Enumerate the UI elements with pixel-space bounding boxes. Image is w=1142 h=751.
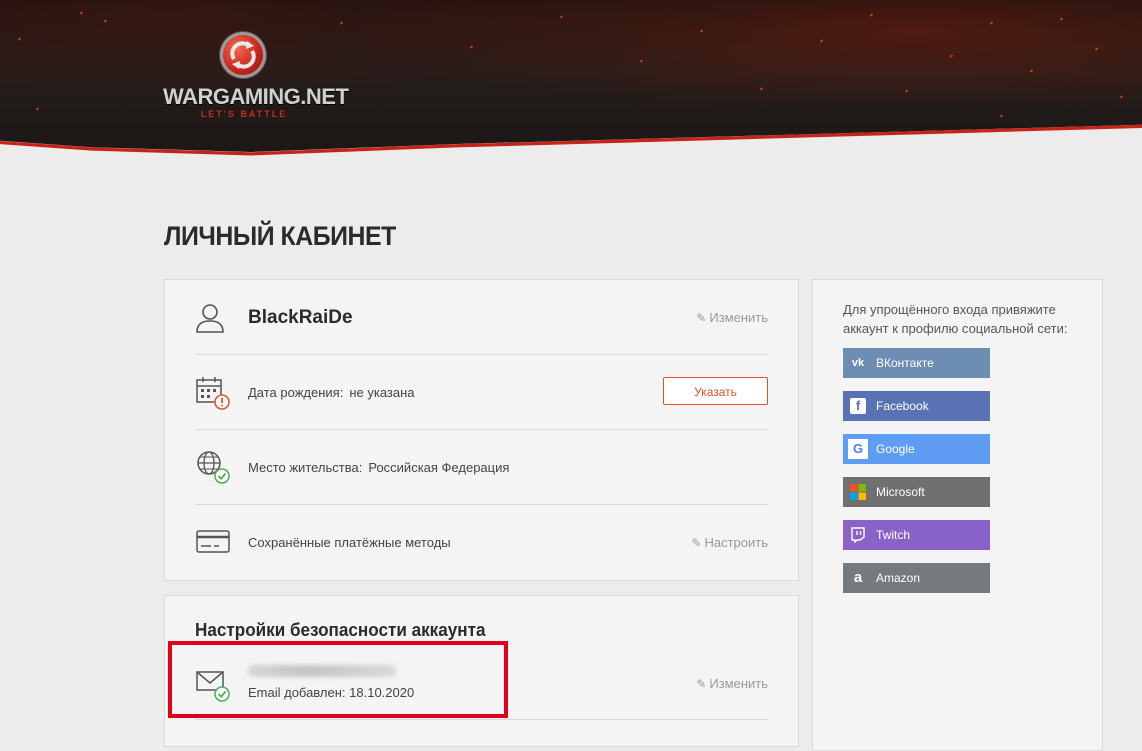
residence-label: Место жительства:: [248, 460, 363, 475]
google-label: Google: [876, 442, 915, 456]
site-header: [0, 0, 1142, 152]
residence-field: Место жительства: Российская Федерация: [248, 460, 509, 475]
wargaming-logo-icon[interactable]: [220, 32, 266, 78]
vk-label: ВКонтакте: [876, 356, 934, 370]
payment-methods-row: Сохранённые платёжные методы ✎ Настроить: [195, 505, 768, 579]
amazon-icon: a: [853, 569, 863, 586]
amazon-button[interactable]: a Amazon: [843, 563, 990, 593]
amazon-label: Amazon: [876, 571, 921, 585]
twitch-label: Twitch: [876, 528, 911, 542]
facebook-label: Facebook: [876, 399, 929, 413]
page-title: ЛИЧНЫЙ КАБИНЕТ: [164, 221, 396, 251]
birthdate-field: Дата рождения: не указана: [248, 385, 415, 400]
residence-value: Российская Федерация: [368, 460, 510, 475]
configure-label: Настроить: [704, 535, 768, 550]
username-row: BlackRaiDe ✎ Изменить: [195, 280, 768, 355]
security-title: Настройки безопасности аккаунта: [195, 620, 486, 640]
pencil-icon: ✎: [696, 677, 707, 691]
microsoft-label: Microsoft: [876, 485, 925, 499]
vk-button[interactable]: vk ВКонтакте: [843, 348, 990, 378]
social-login-card: Для упрощённого входа привяжите аккаунт …: [812, 279, 1103, 751]
birthdate-value: не указана: [349, 385, 415, 400]
specify-birthdate-button[interactable]: Указать: [663, 377, 768, 405]
pencil-icon: ✎: [696, 311, 707, 325]
residence-row: Место жительства: Российская Федерация: [195, 430, 768, 505]
logo-text[interactable]: WARGAMING.NET: [163, 84, 349, 110]
twitch-button[interactable]: Twitch: [843, 520, 990, 550]
email-highlight-box: [168, 641, 508, 718]
globe-check-icon: [195, 449, 231, 490]
microsoft-button[interactable]: Microsoft: [843, 477, 990, 507]
twitch-icon: [850, 527, 866, 544]
payment-methods-label: Сохранённые платёжные методы: [248, 535, 451, 550]
vk-icon: vk: [851, 357, 865, 369]
birthdate-row: Дата рождения: не указана Указать: [195, 355, 768, 430]
edit-username-label: Изменить: [709, 310, 768, 325]
credit-card-icon: [195, 529, 231, 560]
pencil-icon: ✎: [691, 536, 702, 550]
profile-card: BlackRaiDe ✎ Изменить Дата рождения: не ук…: [164, 279, 799, 581]
google-button[interactable]: G Google: [843, 434, 990, 464]
configure-payment-link[interactable]: ✎ Настроить: [691, 535, 768, 550]
google-icon: G: [848, 439, 868, 459]
edit-email-label: Изменить: [709, 676, 768, 691]
facebook-button[interactable]: f Facebook: [843, 391, 990, 421]
user-icon: [195, 302, 225, 339]
calendar-warning-icon: [195, 375, 231, 416]
edit-username-link[interactable]: ✎ Изменить: [696, 310, 768, 325]
logo-tagline: LET'S BATTLE: [200, 109, 288, 119]
microsoft-icon: [850, 484, 866, 500]
birthdate-label: Дата рождения:: [248, 385, 344, 400]
facebook-icon: f: [850, 398, 866, 414]
social-hint: Для упрощённого входа привяжите аккаунт …: [843, 302, 1068, 336]
username: BlackRaiDe: [248, 307, 353, 328]
edit-email-link[interactable]: ✎ Изменить: [696, 676, 768, 691]
